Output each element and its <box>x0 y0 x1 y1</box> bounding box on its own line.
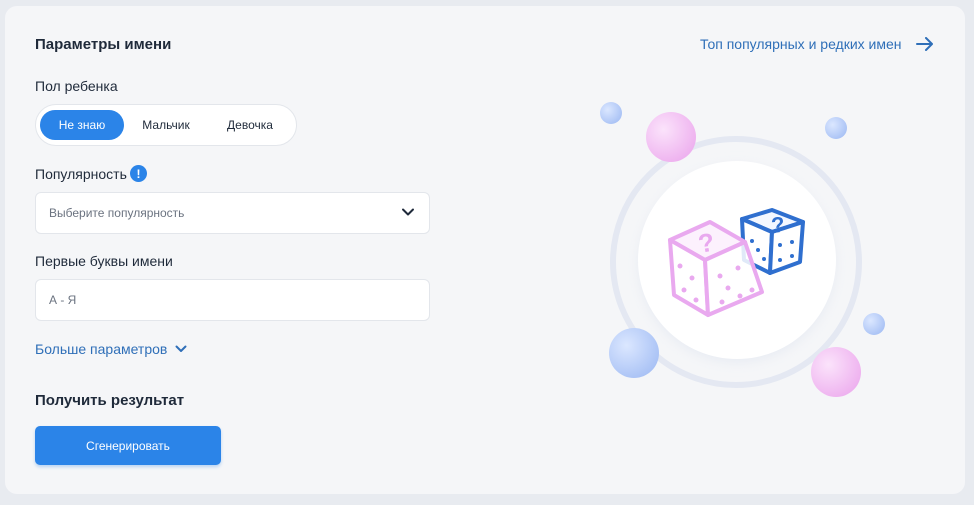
top-names-link[interactable]: Топ популярных и редких имен <box>700 36 934 52</box>
svg-text:?: ? <box>770 212 786 238</box>
generate-button[interactable]: Сгенерировать <box>35 426 221 465</box>
more-params-toggle[interactable]: Больше параметров <box>35 341 187 357</box>
bubble-blue-small-right <box>825 117 847 139</box>
first-letters-placeholder: А - Я <box>49 293 77 307</box>
gender-option-boy[interactable]: Мальчик <box>124 110 208 140</box>
bubble-blue-large-left <box>609 328 659 378</box>
bubble-pink-bottom <box>811 347 861 397</box>
arrow-right-icon <box>915 37 933 51</box>
gender-selector: Не знаю Мальчик Девочка <box>35 104 297 146</box>
bubble-blue-small-top <box>600 102 622 124</box>
page-title: Параметры имени <box>35 36 172 53</box>
chevron-down-icon <box>175 345 187 352</box>
popularity-label: Популярность <box>35 166 127 182</box>
first-letters-input[interactable]: А - Я <box>35 279 430 321</box>
more-params-label: Больше параметров <box>35 341 168 357</box>
gender-label: Пол ребенка <box>35 78 118 94</box>
first-letters-label: Первые буквы имени <box>35 253 173 269</box>
top-names-link-label: Топ популярных и редких имен <box>700 36 902 52</box>
chevron-down-icon <box>402 208 414 216</box>
popularity-select[interactable]: Выберите популярность <box>35 192 430 234</box>
bubble-pink-top <box>646 112 696 162</box>
dice-illustration: ? ? <box>600 102 885 397</box>
result-title: Получить результат <box>35 392 185 409</box>
bubble-blue-right <box>863 313 885 335</box>
gender-option-unknown[interactable]: Не знаю <box>40 110 124 140</box>
page-edge <box>965 0 974 505</box>
exclamation-icon[interactable]: ! <box>130 165 147 182</box>
popularity-select-placeholder: Выберите популярность <box>49 206 185 220</box>
gender-option-girl[interactable]: Девочка <box>208 110 292 140</box>
